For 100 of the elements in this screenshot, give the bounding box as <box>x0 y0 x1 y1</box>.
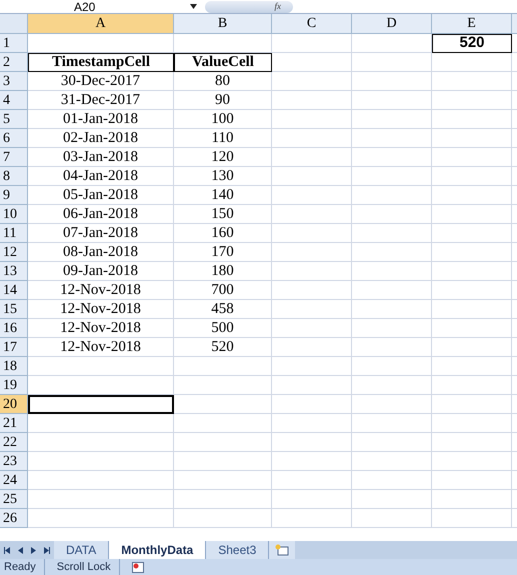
table-cell[interactable] <box>352 72 432 91</box>
table-cell[interactable] <box>352 243 432 262</box>
table-cell[interactable]: 458 <box>174 300 272 319</box>
row-header[interactable]: 14 <box>0 281 28 300</box>
row-header[interactable]: 16 <box>0 319 28 338</box>
table-cell[interactable]: 12-Nov-2018 <box>28 281 174 300</box>
table-cell[interactable] <box>432 148 512 167</box>
table-cell[interactable]: 08-Jan-2018 <box>28 243 174 262</box>
table-cell[interactable]: 520 <box>432 34 512 53</box>
table-cell[interactable]: 07-Jan-2018 <box>28 224 174 243</box>
table-cell[interactable] <box>352 414 432 433</box>
table-cell[interactable] <box>352 148 432 167</box>
table-cell[interactable] <box>432 300 512 319</box>
table-cell[interactable] <box>174 490 272 509</box>
table-cell[interactable] <box>432 53 512 72</box>
table-cell[interactable] <box>28 376 174 395</box>
table-cell[interactable] <box>352 300 432 319</box>
table-cell[interactable] <box>272 148 352 167</box>
table-cell[interactable]: 180 <box>174 262 272 281</box>
row-header[interactable]: 4 <box>0 91 28 110</box>
row-header[interactable]: 21 <box>0 414 28 433</box>
table-cell[interactable] <box>352 509 432 528</box>
table-cell[interactable] <box>432 471 512 490</box>
table-cell[interactable] <box>272 186 352 205</box>
table-cell[interactable] <box>272 376 352 395</box>
row-header[interactable]: 13 <box>0 262 28 281</box>
table-cell[interactable] <box>432 452 512 471</box>
table-cell[interactable] <box>272 224 352 243</box>
table-cell[interactable] <box>352 262 432 281</box>
row-header[interactable]: 6 <box>0 129 28 148</box>
table-cell[interactable]: 12-Nov-2018 <box>28 338 174 357</box>
table-cell[interactable]: 160 <box>174 224 272 243</box>
table-cell[interactable]: 06-Jan-2018 <box>28 205 174 224</box>
table-cell[interactable] <box>352 338 432 357</box>
row-header[interactable]: 9 <box>0 186 28 205</box>
column-header[interactable]: A <box>28 14 174 33</box>
last-sheet-icon[interactable] <box>43 546 50 554</box>
row-header[interactable]: 5 <box>0 110 28 129</box>
table-cell[interactable] <box>432 186 512 205</box>
table-cell[interactable] <box>352 376 432 395</box>
table-cell[interactable] <box>432 509 512 528</box>
table-cell[interactable]: 150 <box>174 205 272 224</box>
table-cell[interactable]: 05-Jan-2018 <box>28 186 174 205</box>
table-cell[interactable]: 500 <box>174 319 272 338</box>
table-cell[interactable] <box>174 509 272 528</box>
row-header[interactable]: 1 <box>0 34 28 53</box>
table-cell[interactable] <box>352 357 432 376</box>
table-cell[interactable] <box>432 338 512 357</box>
row-header[interactable]: 17 <box>0 338 28 357</box>
table-cell[interactable] <box>432 72 512 91</box>
table-cell[interactable]: ValueCell <box>174 53 272 72</box>
row-header[interactable]: 26 <box>0 509 28 528</box>
table-cell[interactable] <box>352 167 432 186</box>
table-cell[interactable] <box>272 319 352 338</box>
table-cell[interactable] <box>272 34 352 53</box>
table-cell[interactable] <box>432 414 512 433</box>
table-cell[interactable] <box>272 490 352 509</box>
table-cell[interactable] <box>174 471 272 490</box>
row-header[interactable]: 12 <box>0 243 28 262</box>
table-cell[interactable] <box>272 91 352 110</box>
table-cell[interactable] <box>272 72 352 91</box>
table-cell[interactable] <box>352 205 432 224</box>
table-cell[interactable]: 30-Dec-2017 <box>28 72 174 91</box>
table-cell[interactable] <box>272 110 352 129</box>
table-cell[interactable] <box>432 395 512 414</box>
formula-button[interactable]: fx <box>205 0 293 12</box>
row-header[interactable]: 3 <box>0 72 28 91</box>
row-header[interactable]: 10 <box>0 205 28 224</box>
table-cell[interactable] <box>272 357 352 376</box>
table-cell[interactable] <box>432 319 512 338</box>
table-cell[interactable] <box>352 110 432 129</box>
table-cell[interactable] <box>28 509 174 528</box>
table-cell[interactable] <box>272 167 352 186</box>
row-header[interactable]: 23 <box>0 452 28 471</box>
row-header[interactable]: 19 <box>0 376 28 395</box>
table-cell[interactable]: 130 <box>174 167 272 186</box>
table-cell[interactable] <box>28 34 174 53</box>
table-cell[interactable] <box>352 53 432 72</box>
table-cell[interactable]: 110 <box>174 129 272 148</box>
table-cell[interactable] <box>28 433 174 452</box>
table-cell[interactable] <box>272 338 352 357</box>
previous-sheet-icon[interactable] <box>17 546 24 554</box>
table-cell[interactable] <box>272 129 352 148</box>
table-cell[interactable] <box>432 224 512 243</box>
row-header[interactable]: 25 <box>0 490 28 509</box>
table-cell[interactable]: 31-Dec-2017 <box>28 91 174 110</box>
table-cell[interactable] <box>28 471 174 490</box>
table-cell[interactable] <box>272 433 352 452</box>
table-cell[interactable] <box>352 319 432 338</box>
table-cell[interactable] <box>432 129 512 148</box>
first-sheet-icon[interactable] <box>4 546 11 554</box>
table-cell[interactable]: 120 <box>174 148 272 167</box>
row-header[interactable]: 11 <box>0 224 28 243</box>
insert-sheet-icon[interactable] <box>269 541 296 559</box>
table-cell[interactable]: 520 <box>174 338 272 357</box>
table-cell[interactable] <box>352 490 432 509</box>
table-cell[interactable] <box>432 167 512 186</box>
row-header[interactable]: 7 <box>0 148 28 167</box>
table-cell[interactable] <box>28 490 174 509</box>
row-header[interactable]: 2 <box>0 53 28 72</box>
